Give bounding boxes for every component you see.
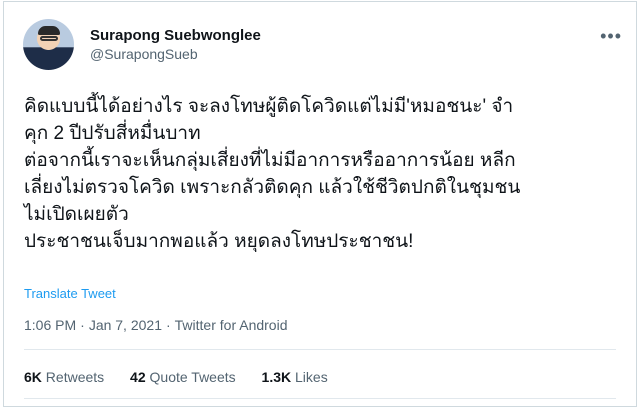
- author-handle[interactable]: @SurapongSueb: [90, 46, 198, 62]
- tweet-date[interactable]: Jan 7, 2021: [89, 317, 162, 333]
- avatar-hair: [38, 26, 60, 35]
- meta-separator: ·: [165, 317, 171, 333]
- likes-label: Likes: [295, 369, 328, 385]
- author-name[interactable]: Surapong Suebwonglee: [90, 27, 261, 44]
- tweet-text-line: คุก 2 ปีปรับสี่หมื่นบาท: [24, 123, 201, 144]
- quote-tweets-label: Quote Tweets: [149, 369, 236, 385]
- tweet-text-line: คิดแบบนี้ได้อย่างไร จะลงโทษผู้ติดโควิดแต…: [24, 96, 514, 117]
- avatar-glasses: [40, 36, 58, 41]
- likes-count: 1.3K: [261, 369, 292, 385]
- tweet-text: คิดแบบนี้ได้อย่างไร จะลงโทษผู้ติดโควิดแต…: [24, 93, 624, 255]
- likes-stat[interactable]: 1.3K Likes: [262, 369, 328, 385]
- tweet-meta: 1:06 PM · Jan 7, 2021 · Twitter for Android: [24, 317, 287, 333]
- translate-tweet-link[interactable]: Translate Tweet: [24, 286, 116, 301]
- retweets-stat[interactable]: 6K Retweets: [24, 369, 104, 385]
- divider: [24, 398, 616, 399]
- quote-tweets-stat[interactable]: 42 Quote Tweets: [130, 369, 236, 385]
- retweets-count: 6K: [24, 369, 42, 385]
- tweet-stats: 6K Retweets 42 Quote Tweets 1.3K Likes: [24, 369, 350, 385]
- tweet-text-line: ไม่เปิดเผยตัว: [24, 204, 129, 225]
- retweets-label: Retweets: [45, 369, 105, 385]
- more-horizontal-icon[interactable]: •••: [600, 26, 622, 47]
- meta-separator: ·: [80, 317, 85, 333]
- tweet-source[interactable]: Twitter for Android: [175, 317, 288, 333]
- quote-tweets-count: 42: [130, 369, 146, 385]
- avatar[interactable]: [23, 19, 74, 70]
- tweet-text-line: ประชาชนเจ็บมากพอแล้ว หยุดลงโทษประชาชน!: [24, 231, 414, 252]
- tweet-text-line: ต่อจากนี้เราจะเห็นกลุ่มเสี่ยงที่ไม่มีอาก…: [24, 150, 516, 171]
- divider: [24, 349, 616, 350]
- tweet-card: Surapong Suebwonglee @SurapongSueb ••• ค…: [3, 1, 637, 407]
- tweet-text-line: เลี่ยงไม่ตรวจโควิด เพราะกลัวติดคุก แล้วใ…: [24, 177, 521, 198]
- tweet-time[interactable]: 1:06 PM: [24, 317, 76, 333]
